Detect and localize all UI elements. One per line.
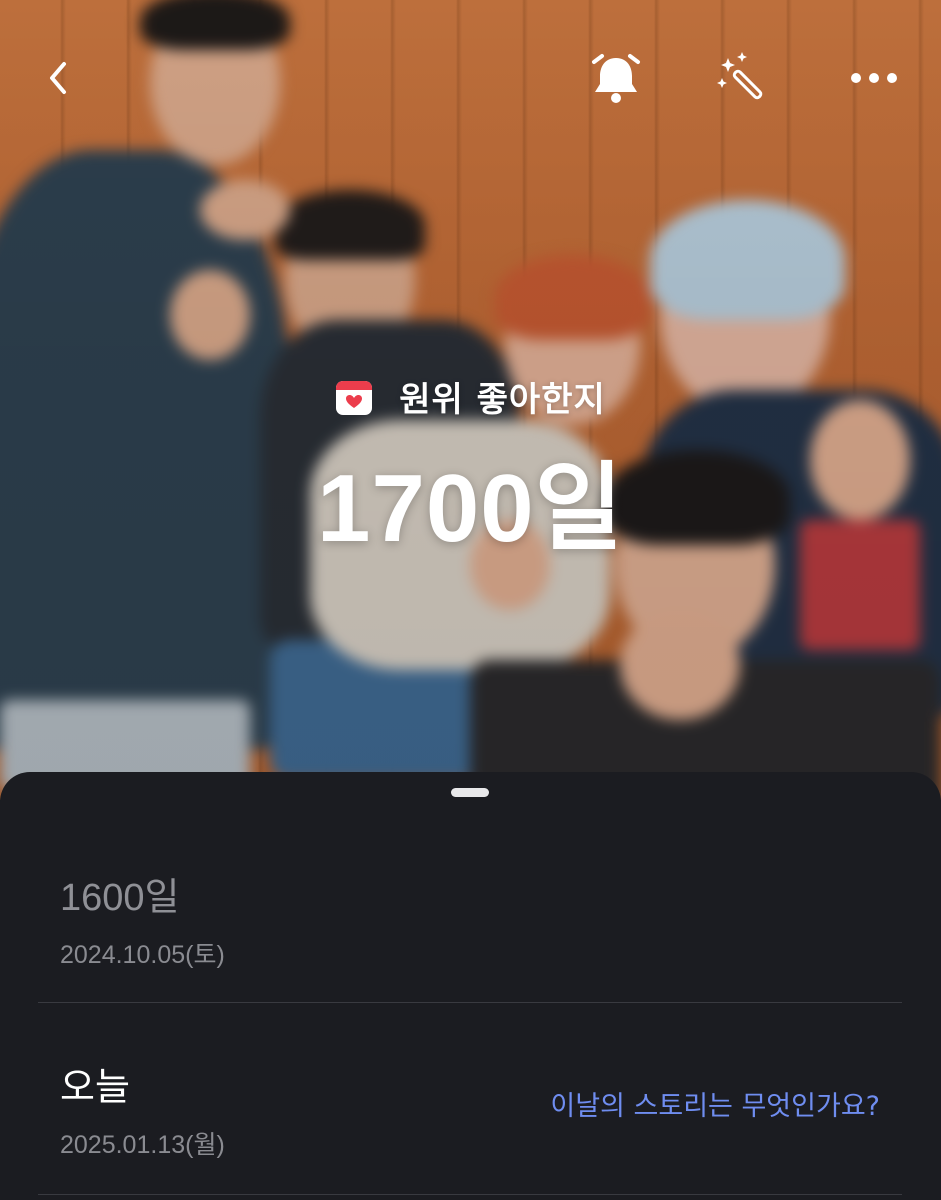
more-button[interactable] (844, 48, 904, 108)
milestone-item[interactable]: 1600일 2024.10.05(토) (38, 866, 902, 971)
divider (38, 1002, 902, 1003)
dday-label-row: 원위 좋아한지 (0, 372, 941, 421)
bell-icon (592, 54, 640, 103)
more-horizontal-icon (851, 73, 897, 83)
magic-wand-icon (717, 52, 763, 100)
calendar-heart-icon (336, 380, 373, 415)
dday-label: 원위 좋아한지 (399, 380, 606, 420)
dday-count: 1700일 (317, 455, 624, 562)
milestone-title: 1600일 (60, 877, 180, 919)
divider (38, 1194, 902, 1195)
today-item: 오늘 2025.01.13(월) 이날의 스토리는 무엇인가요? (38, 1056, 902, 1161)
app-screen: 원위 좋아한지 1700일 1600일 2024.10.05(토) 오늘 202… (0, 0, 941, 1200)
back-button[interactable] (28, 48, 88, 108)
chevron-left-icon (50, 62, 66, 94)
milestone-sheet: 1600일 2024.10.05(토) 오늘 2025.01.13(월) 이날의… (0, 772, 941, 1200)
story-link[interactable]: 이날의 스토리는 무엇인가요? (550, 1084, 880, 1123)
milestone-date: 2024.10.05(토) (60, 941, 225, 969)
alarm-button[interactable] (586, 48, 646, 108)
effects-button[interactable] (714, 48, 774, 108)
sheet-drag-handle[interactable] (451, 788, 489, 797)
today-date: 2025.01.13(월) (60, 1131, 225, 1159)
